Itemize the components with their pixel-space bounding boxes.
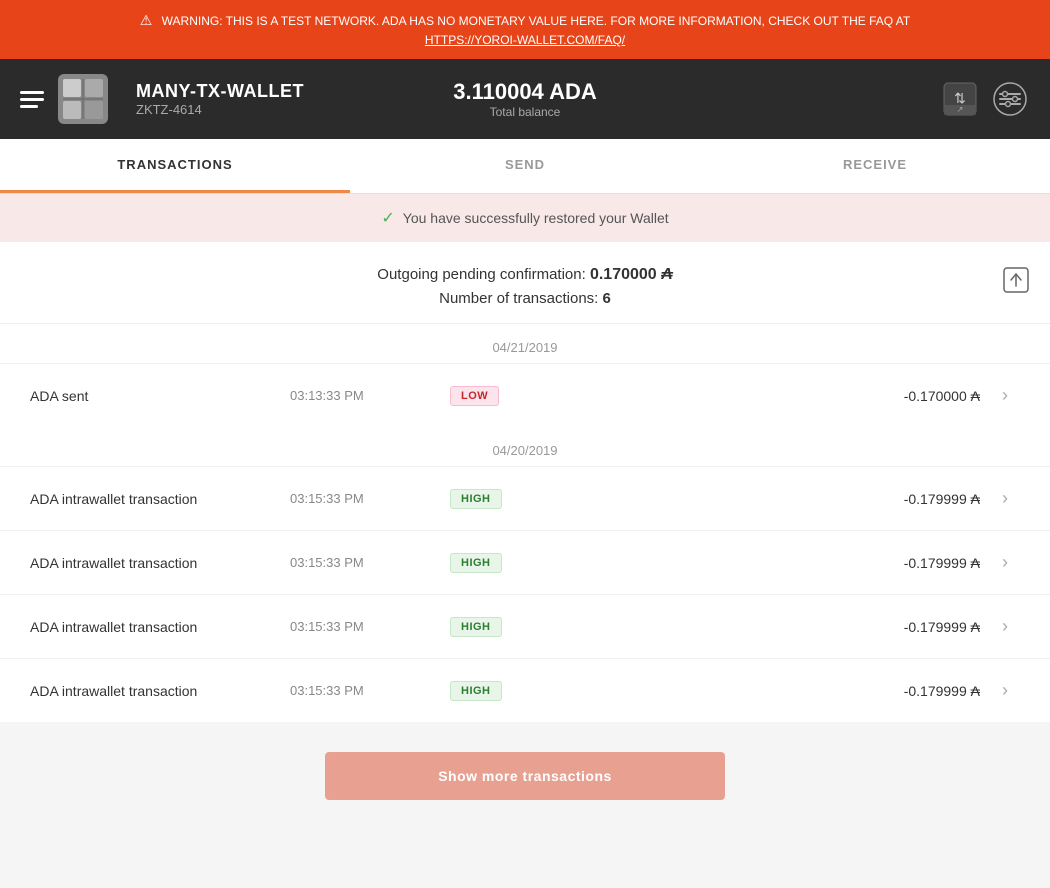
tx-time: 03:13:33 PM (290, 388, 450, 403)
success-icon: ✓ (381, 208, 394, 228)
table-row[interactable]: ADA intrawallet transaction 03:15:33 PM … (0, 530, 1050, 594)
tx-amount: -0.179999 ₳ (550, 619, 990, 635)
tab-receive[interactable]: RECEIVE (700, 139, 1050, 193)
tx-type: ADA intrawallet transaction (30, 491, 290, 507)
menu-line-3 (20, 105, 38, 108)
transactions-container: 04/21/2019 ADA sent 03:13:33 PM LOW -0.1… (0, 324, 1050, 722)
svg-text:↗: ↗ (957, 105, 964, 114)
tab-send[interactable]: SEND (350, 139, 700, 193)
header-icons: ⇅ ↗ (940, 79, 1030, 119)
export-button[interactable] (1002, 266, 1030, 300)
tx-amount: -0.179999 ₳ (550, 683, 990, 699)
badge-high: HIGH (450, 553, 502, 573)
date-separator-1: 04/21/2019 (0, 324, 1050, 363)
success-banner: ✓ You have successfully restored your Wa… (0, 194, 1050, 242)
wallet-logo (58, 74, 108, 124)
chevron-down-icon[interactable]: › (990, 616, 1020, 637)
pending-label: Outgoing pending confirmation: (377, 266, 585, 283)
menu-line-2 (20, 98, 44, 101)
menu-toggle[interactable] (20, 91, 44, 108)
tx-badge: HIGH (450, 617, 550, 637)
nav-tabs: TRANSACTIONS SEND RECEIVE (0, 139, 1050, 194)
tx-count-text: Number of transactions: 6 (20, 290, 1030, 307)
tx-count: 6 (603, 290, 611, 307)
badge-low: LOW (450, 386, 499, 406)
chevron-down-icon[interactable]: › (990, 680, 1020, 701)
pending-text: Outgoing pending confirmation: 0.170000 … (20, 266, 1030, 284)
tx-type: ADA intrawallet transaction (30, 555, 290, 571)
wallet-id: ZKTZ-4614 (136, 102, 304, 117)
tx-type: ADA intrawallet transaction (30, 683, 290, 699)
warning-text: WARNING: THIS IS A TEST NETWORK. ADA HAS… (162, 14, 911, 28)
tx-amount: -0.179999 ₳ (550, 491, 990, 507)
tx-badge: LOW (450, 386, 550, 406)
chevron-down-icon[interactable]: › (990, 385, 1020, 406)
tx-type: ADA sent (30, 388, 290, 404)
tx-badge: HIGH (450, 681, 550, 701)
tab-transactions[interactable]: TRANSACTIONS (0, 139, 350, 193)
show-more-button[interactable]: Show more transactions (325, 752, 725, 800)
pending-section: Outgoing pending confirmation: 0.170000 … (0, 242, 1050, 324)
table-row[interactable]: ADA sent 03:13:33 PM LOW -0.170000 ₳ › (0, 363, 1050, 427)
balance-amount: 3.110004 ADA (453, 79, 597, 105)
tx-time: 03:15:33 PM (290, 619, 450, 634)
table-row[interactable]: ADA intrawallet transaction 03:15:33 PM … (0, 466, 1050, 530)
table-row[interactable]: ADA intrawallet transaction 03:15:33 PM … (0, 594, 1050, 658)
settings-icon[interactable] (990, 79, 1030, 119)
chevron-down-icon[interactable]: › (990, 488, 1020, 509)
chevron-down-icon[interactable]: › (990, 552, 1020, 573)
warning-link[interactable]: HTTPS://YOROI-WALLET.COM/FAQ/ (425, 33, 625, 47)
tx-badge: HIGH (450, 489, 550, 509)
menu-line-1 (20, 91, 44, 94)
tx-time: 03:15:33 PM (290, 555, 450, 570)
show-more-container: Show more transactions (0, 722, 1050, 830)
wallet-name: MANY-TX-WALLET (136, 81, 304, 102)
send-receive-icon[interactable]: ⇅ ↗ (940, 79, 980, 119)
tx-type: ADA intrawallet transaction (30, 619, 290, 635)
balance-label: Total balance (453, 105, 597, 119)
date-separator-2: 04/20/2019 (0, 427, 1050, 466)
header: MANY-TX-WALLET ZKTZ-4614 3.110004 ADA To… (0, 59, 1050, 139)
warning-banner: ⚠ WARNING: THIS IS A TEST NETWORK. ADA H… (0, 0, 1050, 59)
tx-time: 03:15:33 PM (290, 683, 450, 698)
warning-icon: ⚠ (140, 10, 153, 31)
table-row[interactable]: ADA intrawallet transaction 03:15:33 PM … (0, 658, 1050, 722)
main-content: Outgoing pending confirmation: 0.170000 … (0, 242, 1050, 722)
tx-time: 03:15:33 PM (290, 491, 450, 506)
balance-section: 3.110004 ADA Total balance (453, 79, 597, 119)
wallet-info: MANY-TX-WALLET ZKTZ-4614 (136, 81, 304, 117)
svg-text:⇅: ⇅ (954, 90, 966, 106)
tx-amount: -0.170000 ₳ (550, 388, 990, 404)
tx-count-label: Number of transactions: (439, 290, 598, 307)
pending-amount: 0.170000 ₳ (590, 266, 673, 283)
badge-high: HIGH (450, 681, 502, 701)
badge-high: HIGH (450, 489, 502, 509)
badge-high: HIGH (450, 617, 502, 637)
tx-amount: -0.179999 ₳ (550, 555, 990, 571)
tx-badge: HIGH (450, 553, 550, 573)
success-message: You have successfully restored your Wall… (403, 210, 669, 226)
